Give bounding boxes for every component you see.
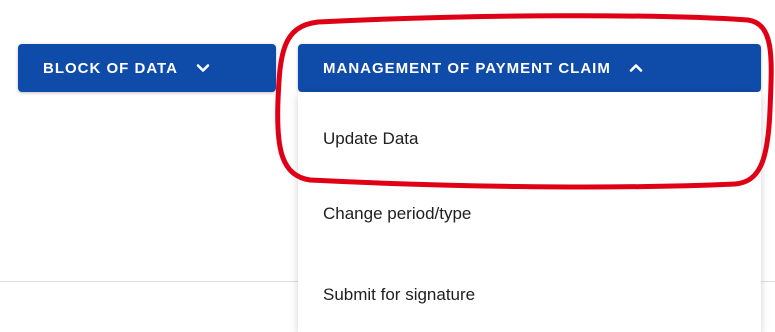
management-of-payment-claim-label: MANAGEMENT OF PAYMENT CLAIM [323,59,611,77]
chevron-down-icon [196,64,210,72]
menu-item-update-data[interactable]: Update Data [323,129,418,149]
chevron-up-icon [629,64,643,72]
payment-claim-dropdown-menu: Update Data Change period/type Submit fo… [298,92,761,332]
block-of-data-label: BLOCK OF DATA [43,59,178,77]
menu-item-change-period-type[interactable]: Change period/type [323,204,471,224]
block-of-data-button[interactable]: BLOCK OF DATA [18,44,276,92]
management-of-payment-claim-button[interactable]: MANAGEMENT OF PAYMENT CLAIM [298,44,761,92]
menu-item-submit-for-signature[interactable]: Submit for signature [323,285,475,305]
